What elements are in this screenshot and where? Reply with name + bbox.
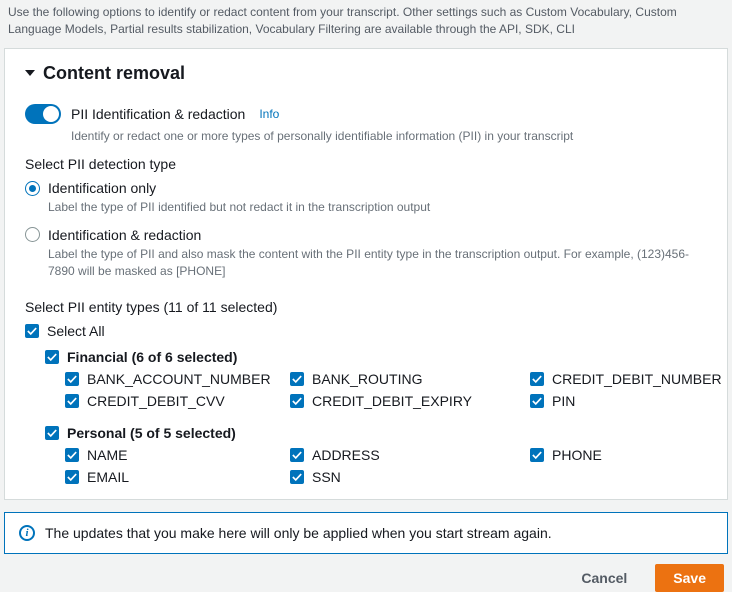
entity-label: EMAIL <box>87 469 129 485</box>
entity-label: BANK_ACCOUNT_NUMBER <box>87 371 271 387</box>
entity-checkbox[interactable] <box>65 372 79 386</box>
radio-identification-redaction-input[interactable] <box>25 227 40 242</box>
save-button[interactable]: Save <box>655 564 724 592</box>
personal-category-row: Personal (5 of 5 selected) <box>45 425 707 441</box>
personal-checkbox[interactable] <box>45 426 59 440</box>
radio-identification-redaction-label: Identification & redaction <box>48 227 201 243</box>
entity-label: PHONE <box>552 447 602 463</box>
entity-checkbox[interactable] <box>290 448 304 462</box>
entity-types-label: Select PII entity types (11 of 11 select… <box>25 299 707 315</box>
select-all-row: Select All <box>25 323 707 339</box>
entity-bank-routing: BANK_ROUTING <box>290 371 530 387</box>
radio-identification-redaction-desc: Label the type of PII and also mask the … <box>48 246 707 281</box>
select-all-label: Select All <box>47 323 105 339</box>
entity-checkbox[interactable] <box>290 470 304 484</box>
cancel-button[interactable]: Cancel <box>563 564 645 592</box>
entity-checkbox[interactable] <box>530 448 544 462</box>
personal-entities: NAME ADDRESS PHONE EMAIL SSN <box>65 447 707 485</box>
financial-checkbox[interactable] <box>45 350 59 364</box>
panel-header[interactable]: Content removal <box>5 49 727 98</box>
entity-email: EMAIL <box>65 469 290 485</box>
entity-label: PIN <box>552 393 575 409</box>
entity-checkbox[interactable] <box>65 394 79 408</box>
content-removal-panel: Content removal PII Identification & red… <box>4 48 728 500</box>
pii-toggle-label: PII Identification & redaction <box>71 106 245 122</box>
detection-type-label: Select PII detection type <box>25 156 707 172</box>
info-icon: i <box>19 525 35 541</box>
select-all-checkbox[interactable] <box>25 324 39 338</box>
radio-identification-only-desc: Label the type of PII identified but not… <box>48 199 707 216</box>
entity-checkbox[interactable] <box>65 448 79 462</box>
entity-label: NAME <box>87 447 127 463</box>
financial-label: Financial (6 of 6 selected) <box>67 349 237 365</box>
entity-label: ADDRESS <box>312 447 380 463</box>
entity-label: CREDIT_DEBIT_CVV <box>87 393 225 409</box>
entity-checkbox[interactable] <box>530 394 544 408</box>
entity-credit-debit-cvv: CREDIT_DEBIT_CVV <box>65 393 290 409</box>
radio-identification-only: Identification only Label the type of PI… <box>25 180 707 216</box>
info-link[interactable]: Info <box>259 107 279 121</box>
entity-pin: PIN <box>530 393 722 409</box>
info-box-text: The updates that you make here will only… <box>45 525 552 541</box>
caret-down-icon <box>25 70 35 76</box>
entity-label: CREDIT_DEBIT_NUMBER <box>552 371 722 387</box>
entity-checkbox[interactable] <box>65 470 79 484</box>
footer: Cancel Save <box>0 554 732 592</box>
detection-radio-group: Identification only Label the type of PI… <box>25 180 707 280</box>
entity-checkbox[interactable] <box>290 372 304 386</box>
info-box: i The updates that you make here will on… <box>4 512 728 554</box>
financial-entities: BANK_ACCOUNT_NUMBER BANK_ROUTING CREDIT_… <box>65 371 707 409</box>
entity-checkbox[interactable] <box>290 394 304 408</box>
entity-address: ADDRESS <box>290 447 530 463</box>
entity-phone: PHONE <box>530 447 707 463</box>
entity-label: BANK_ROUTING <box>312 371 422 387</box>
entity-name: NAME <box>65 447 290 463</box>
entity-credit-debit-expiry: CREDIT_DEBIT_EXPIRY <box>290 393 530 409</box>
entity-credit-debit-number: CREDIT_DEBIT_NUMBER <box>530 371 722 387</box>
entity-ssn: SSN <box>290 469 530 485</box>
page-intro: Use the following options to identify or… <box>0 0 732 48</box>
pii-toggle-desc: Identify or redact one or more types of … <box>71 128 707 145</box>
entity-checkbox[interactable] <box>530 372 544 386</box>
pii-toggle[interactable] <box>25 104 61 124</box>
entity-label: SSN <box>312 469 341 485</box>
entity-label: CREDIT_DEBIT_EXPIRY <box>312 393 472 409</box>
panel-title: Content removal <box>43 63 185 84</box>
entity-bank-account-number: BANK_ACCOUNT_NUMBER <box>65 371 290 387</box>
radio-identification-redaction: Identification & redaction Label the typ… <box>25 227 707 281</box>
panel-body: PII Identification & redaction Info Iden… <box>5 104 727 499</box>
radio-identification-only-label: Identification only <box>48 180 156 196</box>
radio-identification-only-input[interactable] <box>25 181 40 196</box>
financial-category-row: Financial (6 of 6 selected) <box>45 349 707 365</box>
personal-label: Personal (5 of 5 selected) <box>67 425 236 441</box>
